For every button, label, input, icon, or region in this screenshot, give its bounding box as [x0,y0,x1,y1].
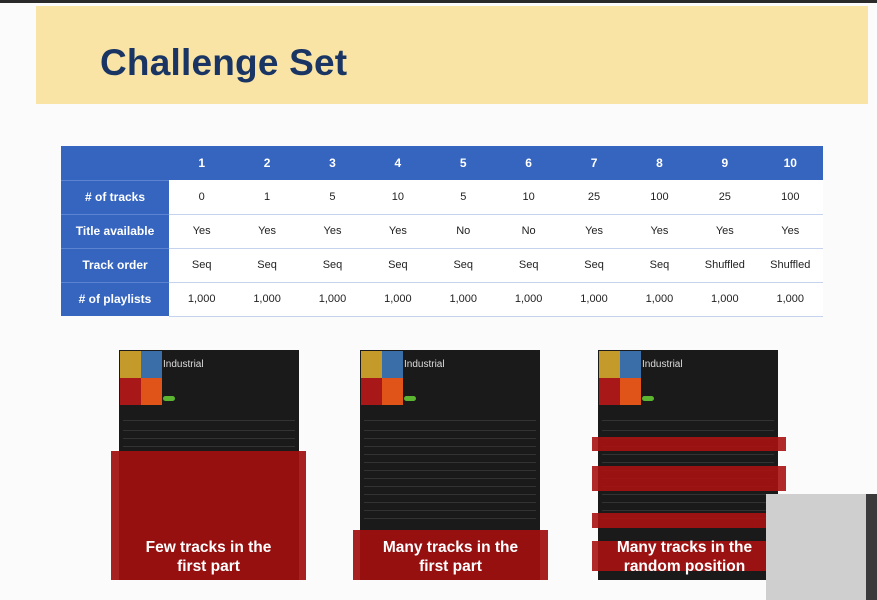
playlist-name: Industrial [404,359,445,370]
table-cell: Seq [365,248,431,283]
table-cell: Yes [692,214,758,249]
example-caption: Many tracks in the first part [353,538,548,576]
table-cell: 1 [234,180,300,215]
column-header: 2 [234,146,300,180]
example-caption: Many tracks in the random position [592,538,777,576]
table-cell: 1,000 [299,282,366,317]
table-cell: Yes [299,214,366,249]
column-header: 9 [692,146,758,180]
play-button [163,396,175,401]
table-cell: Seq [495,248,562,283]
caption-line: first part [419,558,482,575]
table-cell: Yes [757,214,823,249]
playlist-name: Industrial [163,359,204,370]
table-cell: No [430,214,496,249]
table-cell: 5 [299,180,366,215]
column-header: 7 [561,146,627,180]
table-cell: Yes [626,214,693,249]
table-cell: Seq [234,248,300,283]
caption-line: random position [623,558,746,575]
caption-line: Few tracks in the [145,539,272,556]
row-header: Track order [61,247,169,282]
presenter-video [766,494,877,600]
table-cell: 10 [495,180,562,215]
table-row: # of tracks 0 1 5 10 5 10 25 100 25 100 [61,179,823,215]
table-cell: 10 [365,180,431,215]
table-cell: 1,000 [234,282,300,317]
table-row: Title available Yes Yes Yes Yes No No Ye… [61,213,823,249]
table-header-row: 1 2 3 4 5 6 7 8 9 10 [61,146,823,180]
table-cell: Seq [430,248,496,283]
table-cell: Seq [561,248,627,283]
row-header: Title available [61,213,169,248]
column-header: 10 [757,146,823,180]
caption-line: Many tracks in the [382,539,519,556]
table-cell: 1,000 [169,282,235,317]
play-button [642,396,654,401]
challenge-set-table: 1 2 3 4 5 6 7 8 9 10 # of tracks 0 1 5 1… [61,146,823,317]
table-cell: 1,000 [365,282,431,317]
column-header: 1 [169,146,235,180]
column-header: 6 [495,146,562,180]
table-cell: Yes [169,214,235,249]
highlight-band [592,466,786,491]
table-cell: Shuffled [692,248,758,283]
column-header: 4 [365,146,431,180]
table-cell: 25 [561,180,627,215]
caption-line: Many tracks in the [616,539,753,556]
table-cell: Seq [626,248,693,283]
table-cell: 100 [626,180,693,215]
header-corner [61,146,169,180]
slide-title: Challenge Set [100,42,348,83]
table-row: Track order Seq Seq Seq Seq Seq Seq Seq … [61,247,823,283]
table-row: # of playlists 1,000 1,000 1,000 1,000 1… [61,281,823,317]
table-cell: Seq [169,248,235,283]
highlight-band [592,513,786,528]
album-art [599,351,641,405]
table-cell: Yes [234,214,300,249]
row-header: # of playlists [61,281,169,316]
table-cell: 0 [169,180,235,215]
table-cell: 1,000 [692,282,758,317]
album-art [120,351,162,405]
table-cell: Shuffled [757,248,823,283]
table-cell: 1,000 [430,282,496,317]
table-cell: Yes [365,214,431,249]
highlight-band [592,437,786,451]
table-cell: 1,000 [561,282,627,317]
table-cell: 100 [757,180,823,215]
column-header: 5 [430,146,496,180]
table-cell: 1,000 [626,282,693,317]
column-header: 3 [299,146,366,180]
table-cell: Seq [299,248,366,283]
example-caption: Few tracks in the first part [111,538,306,576]
row-header: # of tracks [61,179,169,214]
table-cell: Yes [561,214,627,249]
table-cell: 5 [430,180,496,215]
caption-line: first part [177,558,240,575]
playlist-name: Industrial [642,359,683,370]
play-button [404,396,416,401]
title-banner: Challenge Set [36,6,868,104]
table-cell: No [495,214,562,249]
table-cell: 25 [692,180,758,215]
top-border [0,0,877,3]
table-cell: 1,000 [495,282,562,317]
column-header: 8 [626,146,693,180]
table-cell: 1,000 [757,282,823,317]
album-art [361,351,403,405]
